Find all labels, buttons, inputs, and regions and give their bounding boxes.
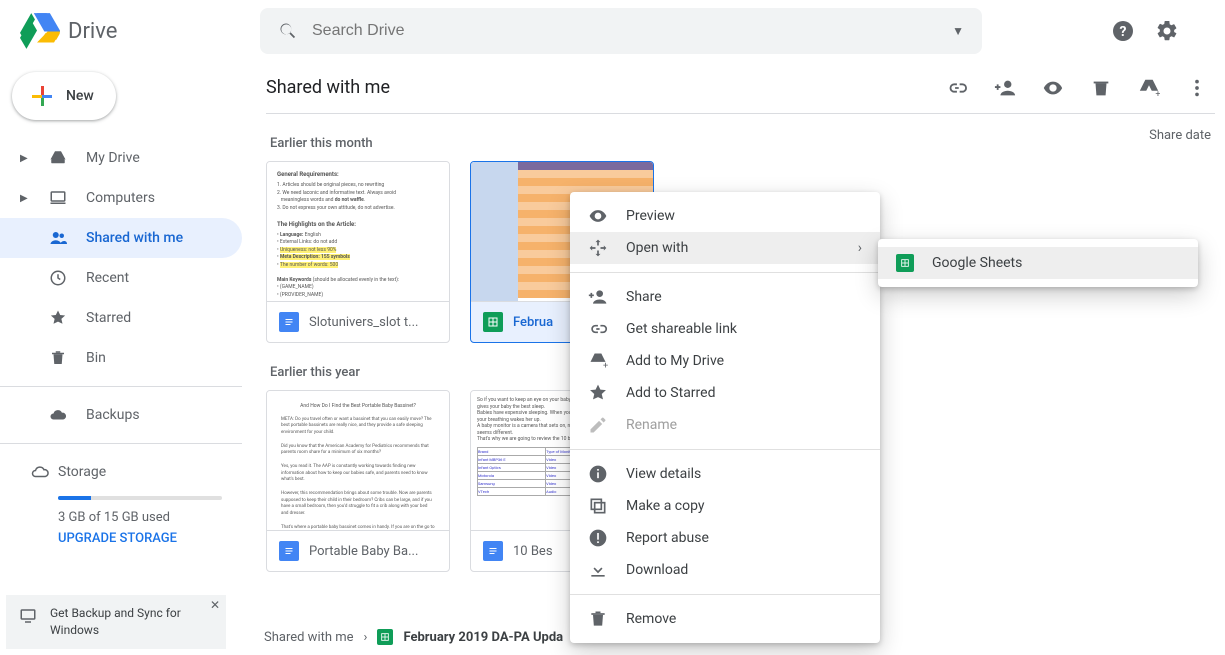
search-icon <box>278 21 298 41</box>
svg-text:+: + <box>1155 90 1160 99</box>
more-icon[interactable] <box>1185 76 1209 100</box>
sheets-icon <box>896 254 914 272</box>
delete-icon[interactable] <box>1089 76 1113 100</box>
ctx-view-details[interactable]: View details <box>570 458 880 490</box>
context-menu: Preview Open with› Share Get shareable l… <box>570 192 880 643</box>
sidebar-item-backups[interactable]: Backups <box>0 395 242 435</box>
drive-logo-icon <box>20 11 60 51</box>
open-with-submenu: Google Sheets <box>878 239 1198 287</box>
svg-text:?: ? <box>1120 24 1127 40</box>
sidebar-item-computers[interactable]: ▶Computers <box>0 178 242 218</box>
ctx-share[interactable]: Share <box>570 281 880 313</box>
storage-used-text: 3 GB of 15 GB used <box>58 510 222 525</box>
clock-icon <box>48 269 68 287</box>
person-add-icon <box>588 287 608 307</box>
ctx-preview[interactable]: Preview <box>570 200 880 232</box>
docs-icon <box>483 541 503 561</box>
upgrade-storage-link[interactable]: UPGRADE STORAGE <box>58 531 222 546</box>
file-item[interactable]: General Requirements: 1. Articles should… <box>266 161 450 343</box>
link-icon <box>588 319 608 339</box>
chevron-right-icon: › <box>858 240 862 256</box>
add-person-icon[interactable] <box>993 76 1017 100</box>
header: Drive ▼ ? <box>0 0 1225 62</box>
sidebar-item-my-drive[interactable]: ▶My Drive <box>0 138 242 178</box>
people-icon <box>48 229 68 247</box>
ctx-open-with[interactable]: Open with› <box>570 232 880 264</box>
settings-gear-icon[interactable] <box>1155 19 1179 43</box>
ctx-add-starred[interactable]: Add to Starred <box>570 377 880 409</box>
section-label: Earlier this month <box>270 136 1215 151</box>
eye-icon[interactable] <box>1041 76 1065 100</box>
logo[interactable]: Drive <box>20 11 260 51</box>
drive-add-icon[interactable]: + <box>1137 76 1161 100</box>
sheets-icon <box>377 629 393 645</box>
ctx-make-copy[interactable]: Make a copy <box>570 490 880 522</box>
eye-icon <box>588 206 608 226</box>
breadcrumb-current[interactable]: February 2019 DA-PA Upda <box>403 630 563 645</box>
ctx-rename: Rename <box>570 409 880 441</box>
sidebar: New ▶My Drive ▶Computers Shared with me … <box>0 62 242 655</box>
ctx-remove[interactable]: Remove <box>570 603 880 635</box>
computers-icon <box>48 189 68 207</box>
plus-icon <box>30 84 54 108</box>
link-icon[interactable] <box>945 76 969 100</box>
sidebar-item-storage[interactable]: Storage <box>0 452 242 492</box>
copy-icon <box>588 496 608 516</box>
sidebar-item-bin[interactable]: Bin <box>0 338 242 378</box>
rename-icon <box>588 415 608 435</box>
drive-icon <box>48 149 68 167</box>
close-icon[interactable]: ✕ <box>210 597 220 614</box>
ctx-report-abuse[interactable]: Report abuse <box>570 522 880 554</box>
svg-text:+: + <box>603 362 608 372</box>
breadcrumb-root[interactable]: Shared with me <box>264 630 354 645</box>
search-box[interactable]: ▼ <box>260 8 982 54</box>
info-icon <box>588 464 608 484</box>
new-button[interactable]: New <box>12 72 116 120</box>
storage-bar <box>58 496 222 500</box>
page-title: Shared with me <box>266 77 390 98</box>
sheets-icon <box>483 312 503 332</box>
star-icon <box>48 309 68 327</box>
cloud-icon <box>48 406 68 424</box>
file-item[interactable]: And How Do I Find the Best Portable Baby… <box>266 390 450 572</box>
app-name: Drive <box>68 19 117 44</box>
docs-icon <box>279 312 299 332</box>
star-icon <box>588 383 608 403</box>
drive-add-icon: + <box>588 351 608 371</box>
sidebar-item-recent[interactable]: Recent <box>0 258 242 298</box>
share-date-label: Share date <box>1149 128 1211 143</box>
trash-icon <box>588 609 608 629</box>
new-button-label: New <box>66 88 94 104</box>
report-icon <box>588 528 608 548</box>
ctx-add-to-drive[interactable]: +Add to My Drive <box>570 345 880 377</box>
ctx-download[interactable]: Download <box>570 554 880 586</box>
docs-icon <box>279 541 299 561</box>
submenu-google-sheets[interactable]: Google Sheets <box>878 247 1198 279</box>
search-input[interactable] <box>312 22 938 40</box>
search-options-caret-icon[interactable]: ▼ <box>952 24 964 38</box>
sidebar-item-shared-with-me[interactable]: Shared with me <box>0 218 242 258</box>
ctx-shareable-link[interactable]: Get shareable link <box>570 313 880 345</box>
breadcrumb: Shared with me › February 2019 DA-PA Upd… <box>256 629 563 645</box>
chevron-right-icon: › <box>364 630 368 645</box>
download-icon <box>588 560 608 580</box>
open-with-icon <box>588 238 608 258</box>
trash-icon <box>48 349 68 367</box>
cloud-outline-icon <box>30 463 50 481</box>
sidebar-item-starred[interactable]: Starred <box>0 298 242 338</box>
monitor-icon <box>18 607 38 625</box>
help-icon[interactable]: ? <box>1111 19 1135 43</box>
backup-sync-promo[interactable]: ✕ Get Backup and Sync for Windows <box>6 595 226 649</box>
